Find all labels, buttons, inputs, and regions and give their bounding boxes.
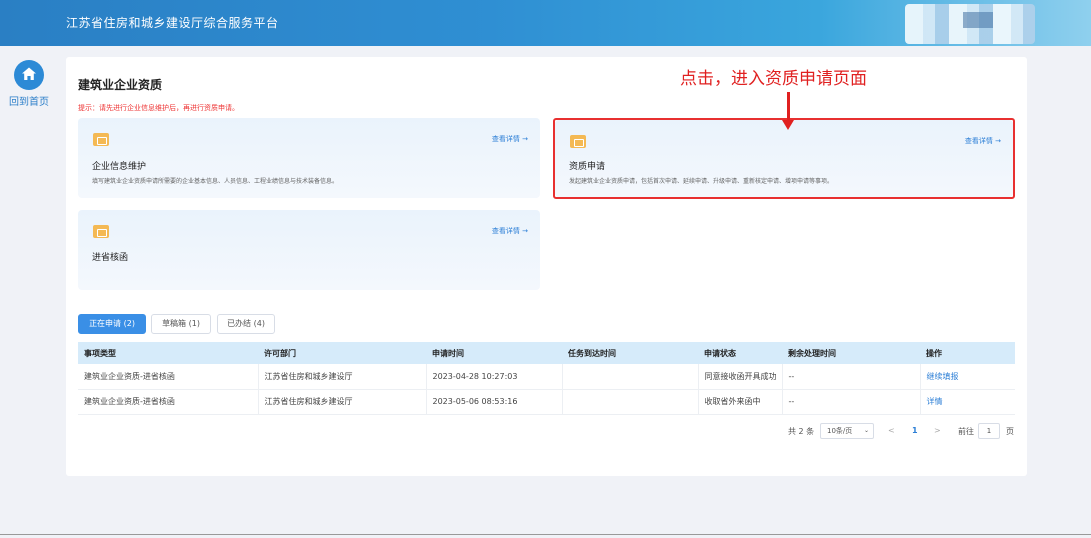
next-page-button[interactable]: >: [934, 426, 941, 435]
cell-apply-time: 2023-05-06 08:53:16: [426, 389, 563, 414]
top-bar: 江苏省住房和城乡建设厅综合服务平台: [0, 0, 1091, 46]
current-page[interactable]: 1: [912, 426, 918, 435]
home-label: 回到首页: [9, 97, 49, 108]
application-table: 事项类型 许可部门 申请时间 任务到达时间 申请状态 剩余处理时间 操作 建筑业…: [78, 342, 1015, 415]
continue-fill-link[interactable]: 继续填报: [920, 364, 1015, 389]
bottom-divider: [0, 534, 1091, 535]
tab-applying[interactable]: 正在申请 (2): [78, 314, 146, 334]
cell-apply-time: 2023-04-28 10:27:03: [426, 364, 563, 389]
card-description: 填写建筑业企业资质申请所需要的企业基本信息、人员信息、工程业绩信息与技术装备信息…: [92, 178, 339, 185]
chevron-down-icon: ⌄: [863, 427, 869, 434]
annotation-text: 点击，进入资质申请页面: [680, 69, 867, 89]
page-size-select[interactable]: 10条/页 ⌄: [820, 423, 874, 439]
column-header: 操作: [926, 348, 942, 358]
annotation-arrow: [787, 92, 790, 122]
view-details-link[interactable]: 查看详情 →: [492, 134, 528, 144]
page-tip: 提示：请先进行企业信息维护后，再进行资质申请。: [78, 104, 239, 112]
column-header: 任务到达时间: [568, 348, 616, 358]
column-header: 申请时间: [432, 348, 464, 358]
details-link[interactable]: 详情: [920, 389, 1015, 414]
card-enterprise-info[interactable]: 查看详情 → 企业信息维护 填写建筑业企业资质申请所需要的企业基本信息、人员信息…: [78, 118, 540, 198]
annotation-arrow-head: [782, 120, 794, 130]
cell-remaining-time: --: [782, 364, 921, 389]
highlight-box: [553, 118, 1015, 199]
platform-title: 江苏省住房和城乡建设厅综合服务平台: [66, 16, 279, 30]
table-header-row: 事项类型 许可部门 申请时间 任务到达时间 申请状态 剩余处理时间 操作: [78, 342, 1015, 364]
cell-status: 收取省外来函中: [698, 389, 783, 414]
goto-page-value: 1: [986, 427, 992, 435]
home-button[interactable]: 回到首页: [8, 60, 50, 108]
column-header: 剩余处理时间: [788, 348, 836, 358]
column-header: 事项类型: [84, 348, 116, 358]
cell-arrival-time: [562, 389, 699, 414]
table-row: 建筑业企业资质-进省核函 江苏省住房和城乡建设厅 2023-05-06 08:5…: [78, 389, 1015, 414]
user-avatar-blurred[interactable]: [905, 4, 1035, 44]
tab-drafts[interactable]: 草稿箱 (1): [151, 314, 211, 334]
column-header: 申请状态: [704, 348, 736, 358]
home-icon: [14, 60, 44, 90]
cell-department: 江苏省住房和城乡建设厅: [258, 389, 427, 414]
card-title: 进省核函: [92, 253, 129, 263]
cell-arrival-time: [562, 364, 699, 389]
cell-item-type: 建筑业企业资质-进省核函: [78, 389, 259, 414]
column-header: 许可部门: [264, 348, 296, 358]
view-details-link[interactable]: 查看详情 →: [492, 226, 528, 236]
page-title: 建筑业企业资质: [78, 78, 163, 92]
pagination: 共 2 条 10条/页 ⌄ < 1 > 前往 1 页: [788, 423, 1018, 439]
folder-icon: [93, 133, 109, 146]
cell-status: 同意接收函开具成功: [698, 364, 783, 389]
folder-icon: [93, 225, 109, 238]
total-count: 共 2 条: [788, 427, 815, 436]
card-title: 企业信息维护: [92, 162, 147, 172]
goto-page-input[interactable]: 1: [978, 423, 1000, 439]
goto-label: 前往: [958, 427, 974, 436]
cell-item-type: 建筑业企业资质-进省核函: [78, 364, 259, 389]
prev-page-button[interactable]: <: [888, 426, 895, 435]
page-size-value: 10条/页: [827, 427, 853, 435]
cell-department: 江苏省住房和城乡建设厅: [258, 364, 427, 389]
page-unit-label: 页: [1006, 427, 1014, 436]
tab-completed[interactable]: 已办结 (4): [217, 314, 275, 334]
table-row: 建筑业企业资质-进省核函 江苏省住房和城乡建设厅 2023-04-28 10:2…: [78, 364, 1015, 389]
card-provincial-letter[interactable]: 查看详情 → 进省核函: [78, 210, 540, 290]
cell-remaining-time: --: [782, 389, 921, 414]
